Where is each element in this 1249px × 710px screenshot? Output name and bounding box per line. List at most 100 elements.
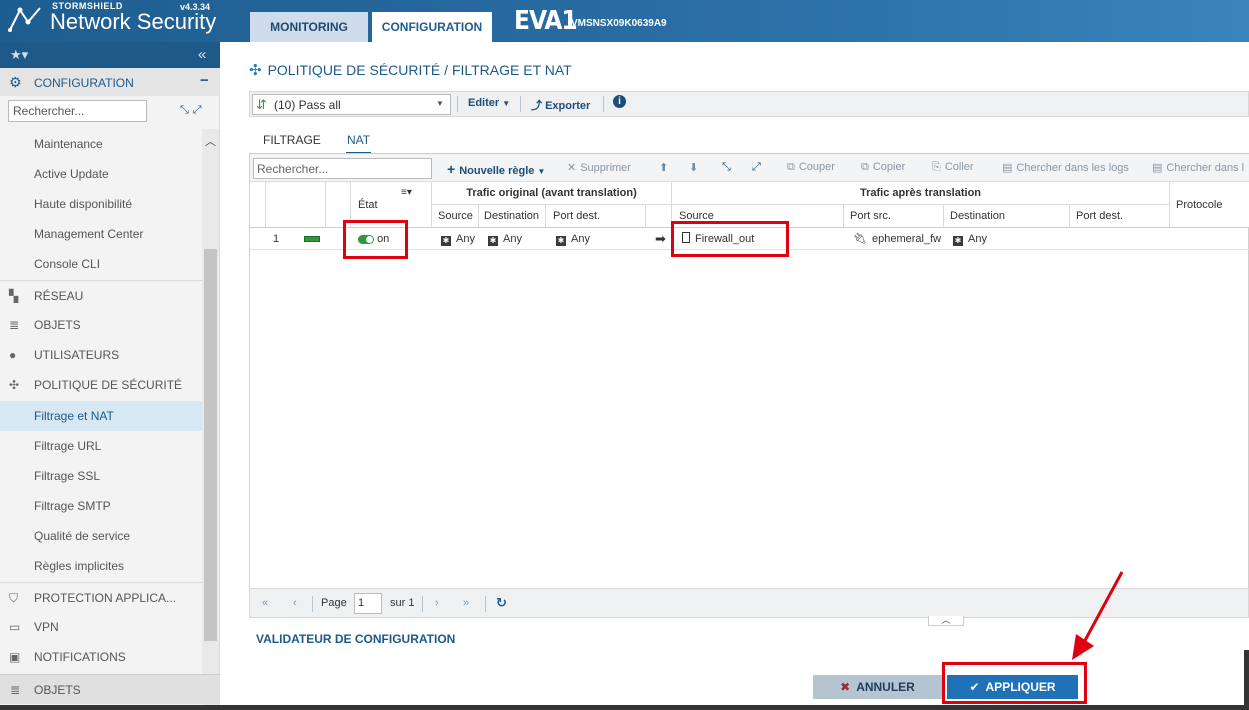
tab-configuration[interactable]: CONFIGURATION <box>372 12 492 42</box>
policy-selected-value: (10) Pass all <box>274 98 341 112</box>
orig-source-cell[interactable]: ✱ Any <box>441 228 475 250</box>
table-row[interactable]: 1 on ✱ Any ✱ Any ✱ Any ➡ Firewall_out 🔌︎ eph… <box>250 228 1249 250</box>
tab-monitoring[interactable]: MONITORING <box>250 12 368 42</box>
sidebar-item-label: Maintenance <box>34 137 103 151</box>
header-protocol[interactable]: Protocole <box>1170 182 1249 228</box>
dropdown-arrow-icon: ▼ <box>436 99 444 108</box>
sidebar-item-label: Console CLI <box>34 257 101 271</box>
sidebar-item-filtrage-url[interactable]: Filtrage URL <box>0 431 202 461</box>
state-toggle[interactable]: on <box>358 228 389 250</box>
sidebar-item-haute-disponibilite[interactable]: Haute disponibilité <box>0 189 202 219</box>
sidebar-item-active-update[interactable]: Active Update <box>0 159 202 189</box>
sidebar-item-qualite-service[interactable]: Qualité de service <box>0 521 202 551</box>
logs-icon: ▤ <box>1002 162 1013 174</box>
sidebar-item-utilisateurs[interactable]: ● UTILISATEURS <box>0 340 202 370</box>
vpn-icon: ▭ <box>9 620 21 634</box>
paste-label: Coller <box>944 161 974 173</box>
star-icon[interactable]: ★▾ <box>10 47 28 63</box>
sidebar-search-input[interactable]: Rechercher... <box>8 100 147 122</box>
search-in-button[interactable]: ▤ Chercher dans l <box>1152 161 1244 174</box>
sidebar-item-reseau[interactable]: ▚ RÉSEAU <box>0 280 202 310</box>
move-up-button[interactable]: ⬆ <box>659 161 668 174</box>
sidebar-scrollbar[interactable]: ︿ ﹀ <box>202 129 219 710</box>
collapse-sidebar-icon[interactable]: « <box>198 46 206 63</box>
info-icon[interactable]: i <box>613 95 626 108</box>
next-page-icon[interactable]: › <box>435 597 439 609</box>
policy-select[interactable]: ⇵ (10) Pass all ▼ <box>252 94 451 115</box>
first-page-icon[interactable]: « <box>262 597 268 609</box>
expand-collapse-icons[interactable]: ⤡⤢ <box>180 104 206 117</box>
sidebar-item-label: VPN <box>34 620 59 634</box>
section-label: OBJETS <box>34 683 81 697</box>
sidebar-section-objets[interactable]: ≣ OBJETS <box>0 674 220 704</box>
cut-label: Couper <box>798 161 835 173</box>
export-icon: ⤴ <box>531 100 542 112</box>
dropdown-arrow-icon: ▼ <box>537 167 546 176</box>
sidebar-item-politique-securite[interactable]: ✣ POLITIQUE DE SÉCURITÉ <box>0 370 202 400</box>
delete-button[interactable]: ✕ Supprimer <box>567 161 631 174</box>
refresh-icon[interactable]: ↻ <box>496 595 507 611</box>
header-orig-port-dest[interactable]: Port dest. <box>546 205 646 228</box>
version-label: v4.3.34 <box>180 2 211 12</box>
chevron-up-icon[interactable]: ︿ <box>205 133 216 149</box>
sidebar-item-label: Filtrage et NAT <box>34 409 114 423</box>
sidebar-item-filtrage-ssl[interactable]: Filtrage SSL <box>0 461 202 491</box>
copy-button[interactable]: ⧉ Copier <box>861 161 905 174</box>
header-tr-port-src[interactable]: Port src. <box>844 205 944 228</box>
tr-port-src-cell[interactable]: 🔌︎ ephemeral_fw <box>853 228 941 250</box>
expand-all-button[interactable]: ⤢ <box>752 161 761 174</box>
sidebar-item-vpn[interactable]: ▭ VPN <box>0 612 202 642</box>
orig-destination-cell[interactable]: ✱ Any <box>488 228 522 250</box>
minus-icon[interactable]: − <box>200 72 209 89</box>
grid-search-input[interactable]: Rechercher... <box>253 158 432 179</box>
sidebar-item-filtrage-smtp[interactable]: Filtrage SMTP <box>0 491 202 521</box>
paste-icon: ⎘ <box>932 161 941 173</box>
collapse-panel-handle[interactable]: ︿ <box>928 616 964 626</box>
header-tr-source[interactable]: Source <box>672 205 844 228</box>
search-logs-button[interactable]: ▤ Chercher dans les logs <box>1002 161 1129 174</box>
move-down-button[interactable]: ⬇ <box>689 161 698 174</box>
export-button[interactable]: ⤴ Exporter <box>531 97 590 113</box>
config-validator-link[interactable]: VALIDATEUR DE CONFIGURATION <box>256 632 455 646</box>
orig-port-dest-cell[interactable]: ✱ Any <box>556 228 590 250</box>
sidebar-item-label: Filtrage SSL <box>34 469 101 483</box>
sidebar-item-maintenance[interactable]: Maintenance <box>0 129 202 159</box>
previous-page-icon[interactable]: ‹ <box>293 597 297 609</box>
cell-value: Any <box>503 233 522 245</box>
tr-destination-cell[interactable]: ✱ Any <box>953 228 987 250</box>
sidebar-section-configuration[interactable]: ⚙ CONFIGURATION − <box>0 68 220 96</box>
separator <box>485 596 486 612</box>
apply-button[interactable]: ✔ APPLIQUER <box>947 675 1078 699</box>
paste-button[interactable]: ⎘ Coller <box>932 161 974 174</box>
edit-button[interactable]: Editer ▼ <box>468 97 510 109</box>
database-icon: ≣ <box>10 683 21 697</box>
sidebar-item-regles-implicites[interactable]: Règles implicites <box>0 551 202 581</box>
cell-value: Any <box>968 233 987 245</box>
nat-rules-grid: Rechercher... + Nouvelle règle ▼ ✕ Supprim… <box>249 154 1249 614</box>
sidebar-item-label: Qualité de service <box>34 529 131 543</box>
cut-button[interactable]: ⧉ Couper <box>787 161 835 174</box>
sidebar-item-filtrage-nat[interactable]: Filtrage et NAT <box>0 401 202 431</box>
tab-nat[interactable]: NAT <box>346 132 372 154</box>
sidebar-item-objets[interactable]: ≣ OBJETS <box>0 310 202 340</box>
header-orig-source[interactable]: Source <box>432 205 479 228</box>
collapse-all-button[interactable]: ⤡ <box>722 161 731 174</box>
policy-toolbar: ⇵ (10) Pass all ▼ Editer ▼ ⤴ Exporter i <box>249 91 1249 117</box>
new-rule-button[interactable]: + Nouvelle règle ▼ <box>447 161 545 177</box>
arrow-up-icon: ⬆ <box>659 162 669 174</box>
sort-menu-icon[interactable]: ≡▾ <box>401 187 412 198</box>
sidebar-item-protection-applicative[interactable]: ⛉ PROTECTION APPLICA... <box>0 582 202 612</box>
tab-filtrage[interactable]: FILTRAGE <box>263 132 321 154</box>
scrollbar-thumb[interactable] <box>204 249 217 641</box>
header-state[interactable]: État ≡▾ <box>351 182 432 228</box>
sidebar-item-management-center[interactable]: Management Center <box>0 219 202 249</box>
header-orig-destination[interactable]: Destination <box>479 205 546 228</box>
sidebar-item-notifications[interactable]: ▣ NOTIFICATIONS <box>0 642 202 672</box>
page-number-input[interactable]: 1 <box>354 593 382 614</box>
sidebar-item-console-cli[interactable]: Console CLI <box>0 249 202 279</box>
header-tr-port-dest[interactable]: Port dest. <box>1070 205 1170 228</box>
last-page-icon[interactable]: » <box>463 597 469 609</box>
cancel-button[interactable]: ✖ ANNULER <box>813 675 942 699</box>
tr-source-cell[interactable]: Firewall_out <box>682 228 754 250</box>
header-tr-destination[interactable]: Destination <box>944 205 1070 228</box>
